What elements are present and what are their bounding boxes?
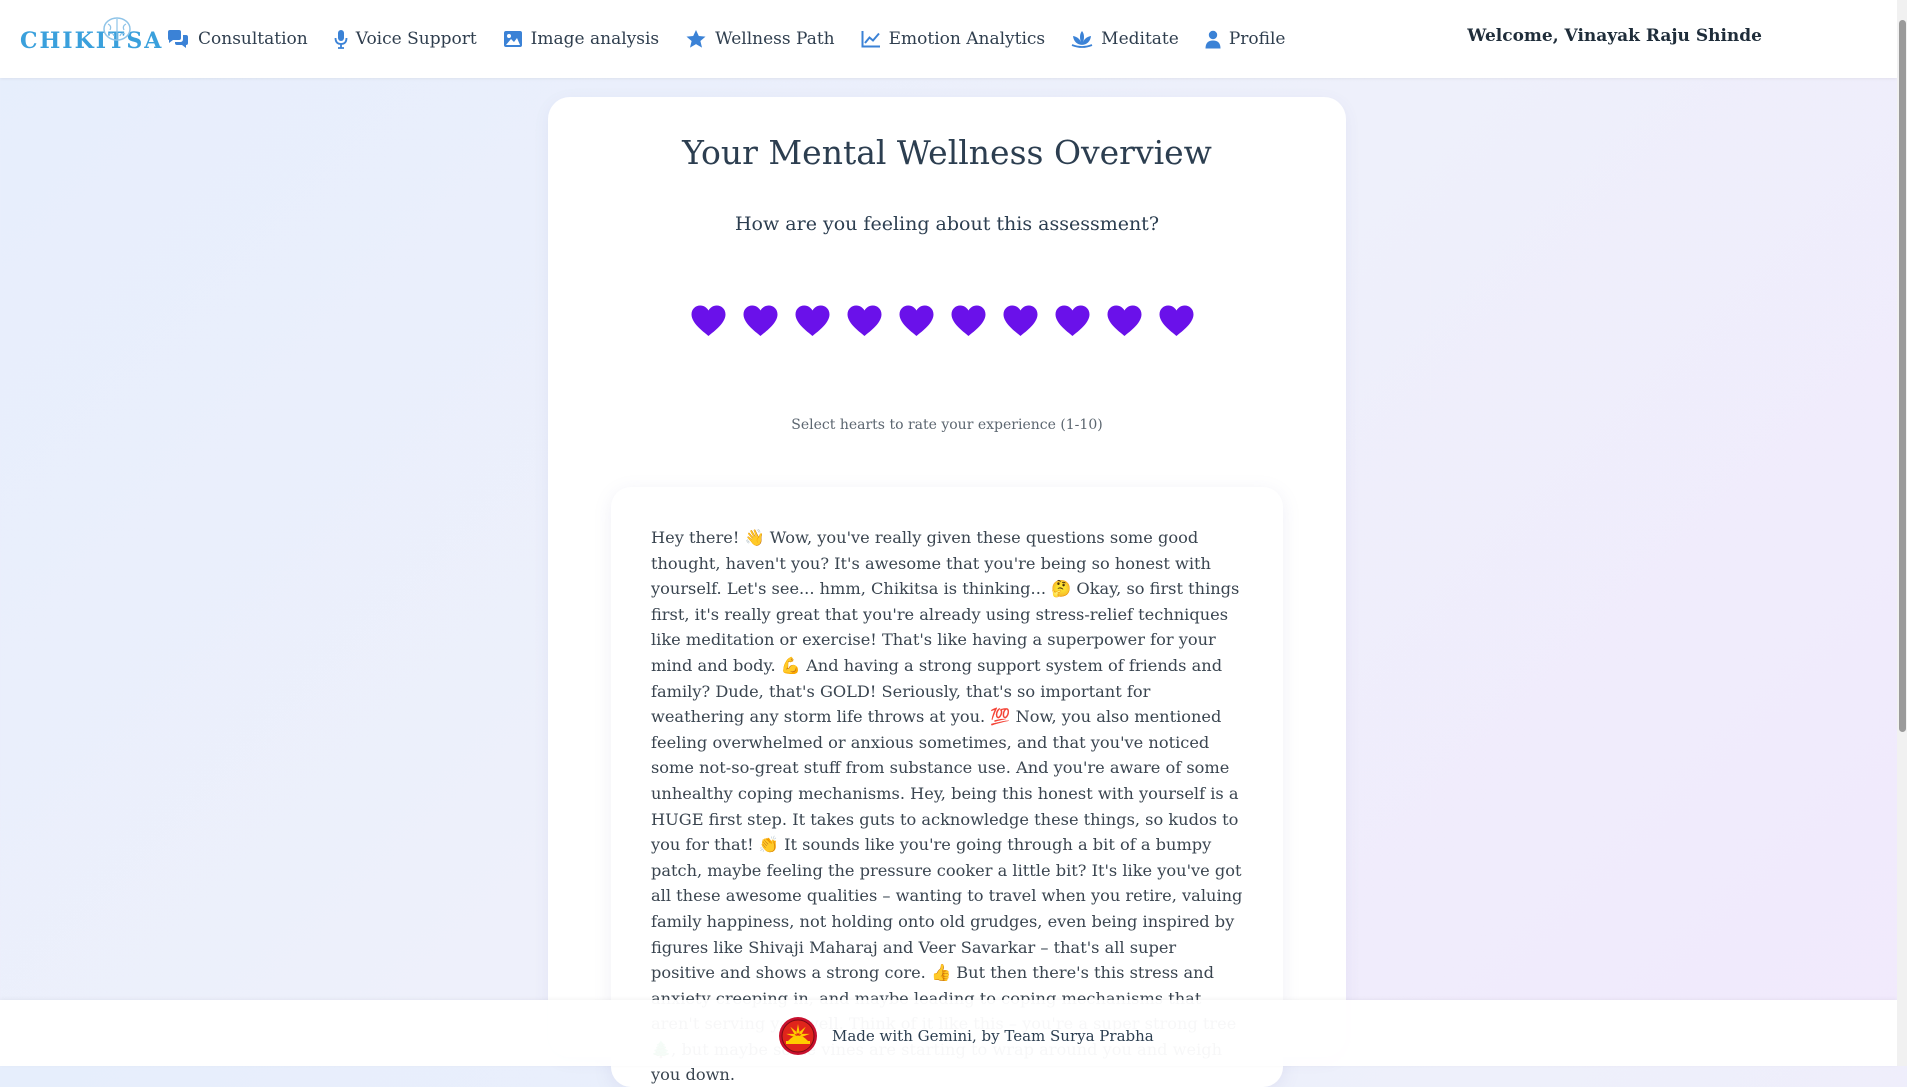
microphone-icon	[334, 30, 348, 49]
page-title: Your Mental Wellness Overview	[682, 133, 1212, 172]
heart-10-icon[interactable]	[1158, 304, 1195, 338]
rating-hint: Select hearts to rate your experience (1…	[791, 417, 1103, 433]
heart-3-icon[interactable]	[794, 304, 831, 338]
nav-meditate[interactable]: Meditate	[1071, 29, 1179, 49]
footer-credit: Made with Gemini, by Team Surya Prabha	[832, 1027, 1154, 1045]
nav-label: Image analysis	[530, 29, 660, 49]
brain-icon	[103, 17, 131, 41]
nav-profile[interactable]: Profile	[1205, 29, 1286, 49]
welcome-message: Welcome, Vinayak Raju Shinde	[1467, 26, 1762, 46]
nav-label: Voice Support	[355, 29, 477, 49]
scrollbar-thumb[interactable]	[1899, 20, 1906, 732]
nav-emotion-analytics[interactable]: Emotion Analytics	[861, 29, 1046, 49]
top-navbar: CHIKITSA Consultation Voice Support Imag…	[0, 0, 1897, 78]
wellness-overview-card: Your Mental Wellness Overview How are yo…	[548, 97, 1346, 1087]
heart-6-icon[interactable]	[950, 304, 987, 338]
nav-label: Consultation	[198, 29, 308, 49]
heart-rating	[690, 304, 1195, 338]
star-icon	[686, 30, 706, 48]
chat-bubbles-icon	[168, 30, 188, 48]
footer: Made with Gemini, by Team Surya Prabha	[0, 1000, 1897, 1066]
heart-2-icon[interactable]	[742, 304, 779, 338]
nav-label: Meditate	[1101, 29, 1179, 49]
heart-9-icon[interactable]	[1106, 304, 1143, 338]
nav-label: Emotion Analytics	[888, 29, 1046, 49]
page-scrollbar[interactable]	[1897, 0, 1907, 1066]
heart-5-icon[interactable]	[898, 304, 935, 338]
heart-4-icon[interactable]	[846, 304, 883, 338]
chikitsa-logo[interactable]: CHIKITSA	[20, 16, 161, 56]
surya-prabha-logo	[779, 1017, 817, 1055]
image-icon	[503, 31, 522, 47]
assessment-response-box: Hey there! 👋 Wow, you've really given th…	[611, 487, 1283, 1087]
heart-1-icon[interactable]	[690, 304, 727, 338]
heart-8-icon[interactable]	[1054, 304, 1091, 338]
line-chart-icon	[861, 31, 880, 48]
main-nav: Consultation Voice Support Image analysi…	[166, 0, 1285, 78]
rating-question: How are you feeling about this assessmen…	[734, 213, 1160, 235]
nav-consultation[interactable]: Consultation	[166, 29, 308, 49]
nav-wellness-path[interactable]: Wellness Path	[685, 29, 835, 49]
lotus-icon	[1071, 31, 1093, 48]
nav-label: Wellness Path	[715, 29, 835, 49]
nav-image-analysis[interactable]: Image analysis	[503, 29, 659, 49]
brand-name: CHIKITSA	[20, 28, 164, 54]
heart-7-icon[interactable]	[1002, 304, 1039, 338]
nav-label: Profile	[1228, 29, 1286, 49]
nav-voice-support[interactable]: Voice Support	[334, 29, 477, 49]
user-icon	[1205, 30, 1221, 48]
